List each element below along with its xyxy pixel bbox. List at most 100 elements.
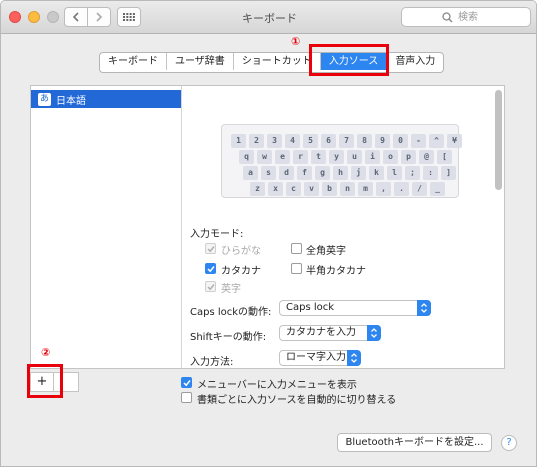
keyboard-key: x <box>268 182 283 196</box>
keyboard-key: ^ <box>429 134 444 148</box>
keyboard-row: q w e r t y u i o p @[ <box>239 150 452 164</box>
input-sources-panel: あ 日本語 1 2 3 4 5 6 7 8 9 0- ^ ¥ q w e r t y u i o p @[ asdfghj… <box>30 85 505 369</box>
keyboard-key: v <box>304 182 319 196</box>
keyboard-key: . <box>394 182 409 196</box>
list-item-japanese[interactable]: あ 日本語 <box>31 90 181 108</box>
shift-label: Shiftキーの動作: <box>190 332 267 343</box>
tab-shortcuts[interactable]: ショートカット <box>234 53 321 70</box>
eiji-label: 英字 <box>221 284 241 295</box>
keyboard-row: a s d f g h j k l;:] <box>243 166 456 180</box>
keyboard-key: 7 <box>339 134 354 148</box>
show-input-menu-checkbox[interactable] <box>181 377 192 388</box>
shift-popup[interactable]: カタカナを入力 <box>279 325 381 341</box>
keyboard-key: j <box>351 166 366 180</box>
keyboard-key: q <box>239 150 254 164</box>
zenkaku-eiji-checkbox[interactable] <box>291 243 302 254</box>
keyboard-key: u <box>347 150 362 164</box>
katakana-label: カタカナ <box>221 266 261 277</box>
eiji-checkbox[interactable] <box>205 281 216 292</box>
input-method-value: ローマ字入力 <box>286 352 346 363</box>
keyboard-key: z <box>250 182 265 196</box>
keyboard-key: : <box>423 166 438 180</box>
keyboard-key: f <box>297 166 312 180</box>
keyboard-key: c <box>286 182 301 196</box>
hiragana-checkbox[interactable] <box>205 243 216 254</box>
keyboard-key: w <box>257 150 272 164</box>
keyboard-key: s <box>261 166 276 180</box>
keyboard-key: 8 <box>357 134 372 148</box>
annotation-box-2 <box>27 364 63 398</box>
hiragana-input-icon: あ <box>38 92 51 106</box>
search-input[interactable] <box>458 9 528 25</box>
keyboard-key: k <box>369 166 384 180</box>
tab-user-dictionary[interactable]: ユーザ辞書 <box>167 53 234 70</box>
keyboard-key: h <box>333 166 348 180</box>
caps-lock-value: Caps lock <box>286 302 335 313</box>
keyboard-key: ; <box>405 166 420 180</box>
keyboard-key: m <box>358 182 373 196</box>
preferences-window: キーボード キーボード ユーザ辞書 ショートカット 入力ソース 音声入力 ① あ… <box>0 0 537 467</box>
keyboard-key: y <box>329 150 344 164</box>
scrollbar[interactable] <box>495 90 502 190</box>
keyboard-key: l <box>387 166 402 180</box>
keyboard-key: - <box>411 134 426 148</box>
checkmark-icon <box>207 266 215 273</box>
checkmark-icon <box>207 284 215 291</box>
keyboard-key: 3 <box>267 134 282 148</box>
hankaku-katakana-label: 半角カタカナ <box>306 266 366 277</box>
keyboard-key: p <box>401 150 416 164</box>
search-field[interactable] <box>401 7 531 27</box>
checkmark-icon <box>207 246 215 253</box>
keyboard-key: 9 <box>375 134 390 148</box>
source-detail: 1 2 3 4 5 6 7 8 9 0- ^ ¥ q w e r t y u i o p @[ a s d f g h j k l;:] … <box>183 86 504 368</box>
keyboard-key: 0 <box>393 134 408 148</box>
caps-lock-popup[interactable]: Caps lock <box>279 300 431 316</box>
keyboard-key: ] <box>441 166 456 180</box>
keyboard-key: g <box>315 166 330 180</box>
keyboard-key: r <box>293 150 308 164</box>
keyboard-key: d <box>279 166 294 180</box>
help-button[interactable]: ? <box>501 435 517 451</box>
keyboard-key: / <box>412 182 427 196</box>
keyboard-key: e <box>275 150 290 164</box>
keyboard-layout-preview: 1 2 3 4 5 6 7 8 9 0- ^ ¥ q w e r t y u i o p @[ a s d f g h j k l;:] … <box>221 124 462 198</box>
tab-keyboard[interactable]: キーボード <box>100 53 167 70</box>
keyboard-row: z x c v b n m,. / _ <box>250 182 445 196</box>
input-source-list[interactable]: あ 日本語 <box>31 86 182 368</box>
keyboard-key: [ <box>437 150 452 164</box>
keyboard-key: @ <box>419 150 434 164</box>
tab-dictation[interactable]: 音声入力 <box>387 53 443 70</box>
input-mode-heading: 入力モード: <box>190 229 244 240</box>
annotation-marker-1: ① <box>291 35 301 48</box>
keyboard-key: _ <box>430 182 445 196</box>
keyboard-key: i <box>365 150 380 164</box>
list-item-label: 日本語 <box>56 95 86 107</box>
setup-bluetooth-keyboard-button[interactable]: Bluetoothキーボードを設定... <box>337 433 492 452</box>
keyboard-key: n <box>340 182 355 196</box>
keyboard-row: 1 2 3 4 5 6 7 8 9 0- ^ ¥ <box>231 134 462 148</box>
hankaku-katakana-checkbox[interactable] <box>291 263 302 274</box>
tab-bar: キーボード ユーザ辞書 ショートカット 入力ソース 音声入力 <box>99 52 445 73</box>
caps-lock-label: Caps lockの動作: <box>190 307 272 318</box>
checkmark-icon <box>183 380 191 387</box>
keyboard-key: b <box>322 182 337 196</box>
updown-arrows-icon <box>417 300 431 316</box>
shift-value: カタカナを入力 <box>286 327 356 338</box>
keyboard-key: a <box>243 166 258 180</box>
show-input-menu-label: メニューバーに入力メニューを表示 <box>197 380 357 391</box>
input-method-popup[interactable]: ローマ字入力 <box>279 350 361 366</box>
keyboard-key: 1 <box>231 134 246 148</box>
updown-arrows-icon <box>347 350 361 366</box>
hiragana-label: ひらがな <box>221 246 261 257</box>
auto-switch-checkbox[interactable] <box>181 392 192 403</box>
keyboard-key: o <box>383 150 398 164</box>
keyboard-key: , <box>376 182 391 196</box>
title-bar: キーボード <box>1 1 536 34</box>
katakana-checkbox[interactable] <box>205 263 216 274</box>
keyboard-key: t <box>311 150 326 164</box>
keyboard-key: 5 <box>303 134 318 148</box>
keyboard-key: 6 <box>321 134 336 148</box>
updown-arrows-icon <box>367 325 381 341</box>
search-icon <box>442 12 453 23</box>
keyboard-key: 2 <box>249 134 264 148</box>
